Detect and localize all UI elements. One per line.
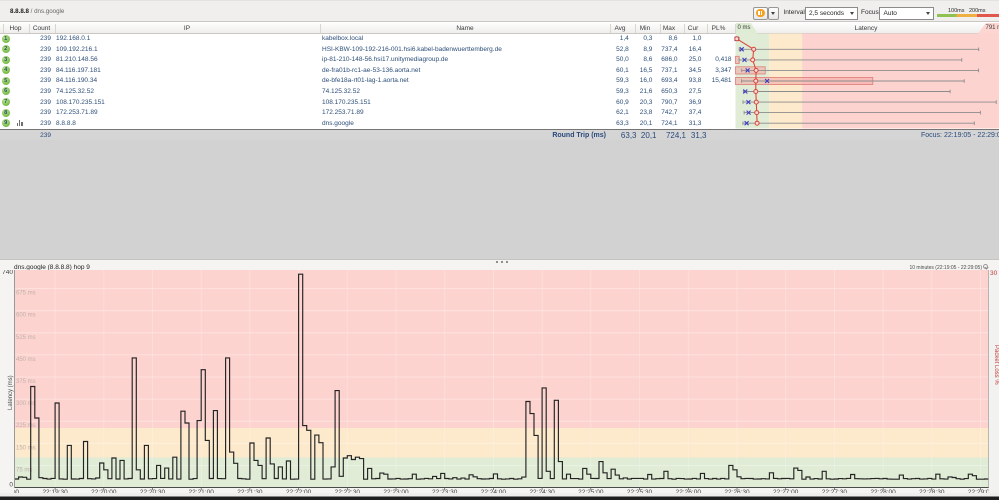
svg-text:740: 740 — [2, 270, 13, 276]
svg-text:675 ms: 675 ms — [16, 291, 36, 297]
svg-text:150 ms: 150 ms — [16, 445, 36, 451]
svg-text:30: 30 — [990, 270, 998, 277]
svg-text:525 ms: 525 ms — [16, 335, 36, 341]
svg-text:225 ms: 225 ms — [16, 423, 36, 429]
svg-text:300 ms: 300 ms — [16, 401, 36, 407]
svg-text:Latency (ms): Latency (ms) — [8, 375, 14, 410]
svg-text:75 ms: 75 ms — [16, 467, 32, 473]
svg-text:0: 0 — [9, 482, 13, 489]
svg-text:Packet Loss %: Packet Loss % — [993, 345, 999, 385]
svg-text:375 ms: 375 ms — [16, 379, 36, 385]
svg-text:600 ms: 600 ms — [16, 313, 36, 319]
svg-text:450 ms: 450 ms — [16, 357, 36, 363]
